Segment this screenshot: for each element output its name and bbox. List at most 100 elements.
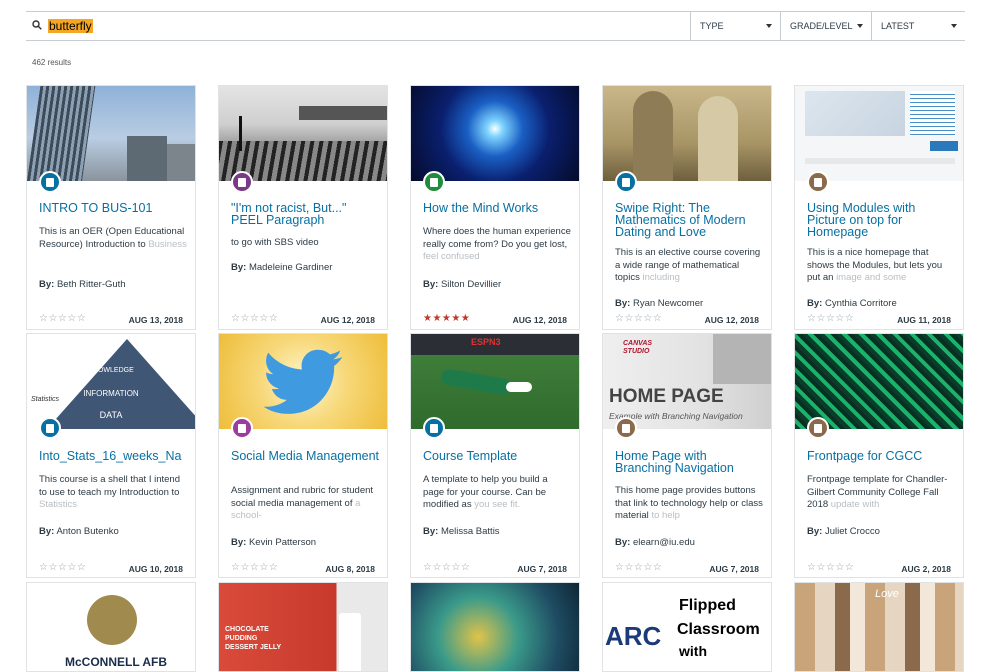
classroom-label: Classroom — [677, 621, 760, 638]
resource-card[interactable]: McCONNELL AFB — [26, 582, 196, 672]
card-title[interactable]: Social Media Management — [231, 450, 381, 463]
resource-card[interactable]: Social Media Management Assignment and r… — [218, 333, 388, 578]
card-description: Where does the human experience really c… — [423, 226, 571, 262]
card-title[interactable]: Home Page with Branching Navigation — [615, 450, 765, 475]
card-author: By: Anton Butenko — [39, 526, 119, 537]
card-description: This is a nice homepage that shows the M… — [807, 247, 943, 283]
resource-card[interactable]: Using Modules with Picture on top for Ho… — [794, 85, 964, 330]
resource-card[interactable]: Love — [794, 582, 964, 672]
thumbnail-image — [795, 334, 963, 429]
thumbnail-image — [411, 583, 579, 671]
card-date: AUG 12, 2018 — [512, 315, 567, 325]
thumbnail-image: Love — [795, 583, 963, 671]
mcconnell-label: McCONNELL AFB — [65, 655, 167, 669]
thumbnail-image — [795, 86, 963, 181]
filter-sort[interactable]: LATEST — [871, 12, 965, 40]
resource-card[interactable]: INTRO TO BUS-101 This is an OER (Open Ed… — [26, 85, 196, 330]
rating-stars: ☆☆☆☆☆ — [39, 562, 87, 573]
canvas-studio-label: CANVAS STUDIO — [623, 340, 653, 355]
rating-stars: ☆☆☆☆☆ — [807, 562, 855, 573]
course-icon — [423, 417, 445, 439]
card-author: By: Ryan Newcomer — [615, 298, 704, 309]
page-icon — [615, 417, 637, 439]
quiz-icon — [423, 171, 445, 193]
thumbnail-image: ARC Flipped Classroom with — [603, 583, 771, 671]
thumbnail-image — [27, 86, 195, 181]
card-date: AUG 11, 2018 — [897, 315, 951, 325]
thumbnail-image — [219, 86, 387, 181]
card-title[interactable]: Using Modules with Picture on top for Ho… — [807, 202, 957, 239]
rating-stars: ☆☆☆☆☆ — [615, 562, 663, 573]
search-bar: butterfly TYPE GRADE/LEVEL LATEST — [26, 11, 965, 41]
card-description: This course is a shell that I intend to … — [39, 474, 180, 510]
card-author: By: Beth Ritter-Guth — [39, 279, 126, 290]
thumbnail-image — [411, 86, 579, 181]
card-author: By: Juliet Crocco — [807, 526, 880, 537]
chevron-down-icon — [951, 24, 957, 28]
card-description: to go with SBS video — [231, 237, 319, 248]
card-title[interactable]: Swipe Right: The Mathematics of Modern D… — [615, 202, 765, 239]
card-author: By: Cynthia Corritore — [807, 298, 897, 309]
statistics-label: Statistics — [31, 396, 60, 403]
rating-stars: ★★★★★ — [423, 313, 471, 324]
course-icon — [39, 171, 61, 193]
espn-logo: ESPN3 — [471, 337, 501, 347]
card-title[interactable]: How the Mind Works — [423, 202, 573, 215]
card-title[interactable]: Course Template — [423, 450, 573, 463]
pyramid-label: KNOWLEDGE — [88, 367, 134, 374]
card-description: Assignment and rubric for student social… — [231, 485, 374, 521]
rating-stars: ☆☆☆☆☆ — [423, 562, 471, 573]
resource-card[interactable]: CHOCOLATE PUDDING DESSERT JELLY — [218, 582, 388, 672]
filter-type[interactable]: TYPE — [690, 12, 780, 40]
rating-stars: ☆☆☆☆☆ — [231, 313, 279, 324]
thumbnail-image: CANVAS STUDIO HOME PAGE Example with Bra… — [603, 334, 771, 429]
resource-card[interactable]: "I'm not racist, But..." PEEL Paragraph … — [218, 85, 388, 330]
card-author: By: Madeleine Gardiner — [231, 262, 333, 273]
filter-grade-level[interactable]: GRADE/LEVEL — [780, 12, 871, 40]
discussion-icon — [231, 171, 253, 193]
card-date: AUG 12, 2018 — [320, 315, 375, 325]
card-description: This home page provides buttons that lin… — [615, 485, 763, 521]
thumbnail-image: KNOWLEDGE INFORMATION DATA Statistics — [27, 334, 195, 429]
card-date: AUG 7, 2018 — [517, 564, 567, 574]
resource-card[interactable]: ESPN3 Course Template A template to help… — [410, 333, 580, 578]
search-icon — [32, 20, 42, 30]
mcconnell-logo-icon — [87, 595, 137, 645]
resource-card[interactable]: Swipe Right: The Mathematics of Modern D… — [602, 85, 772, 330]
card-author: By: elearn@iu.edu — [615, 537, 695, 548]
rating-stars: ☆☆☆☆☆ — [807, 313, 855, 324]
thumbnail-image: McCONNELL AFB — [27, 583, 195, 671]
card-description: Frontpage template for Chandler-Gilbert … — [807, 474, 948, 510]
card-date: AUG 10, 2018 — [128, 564, 183, 574]
card-author: By: Kevin Patterson — [231, 537, 317, 548]
card-date: AUG 7, 2018 — [709, 564, 759, 574]
search-input[interactable]: butterfly — [48, 19, 93, 33]
card-title[interactable]: INTRO TO BUS-101 — [39, 202, 189, 215]
card-author: By: Silton Devillier — [423, 279, 502, 290]
course-icon — [615, 171, 637, 193]
assignment-icon — [231, 417, 253, 439]
card-title[interactable]: "I'm not racist, But..." PEEL Paragraph — [231, 202, 381, 227]
card-title[interactable]: Into_Stats_16_weeks_Na — [39, 450, 189, 463]
resource-card[interactable]: Frontpage for CGCC Frontpage template fo… — [794, 333, 964, 578]
rating-stars: ☆☆☆☆☆ — [615, 313, 663, 324]
resource-card[interactable]: ARC Flipped Classroom with — [602, 582, 772, 672]
card-author: By: Melissa Battis — [423, 526, 500, 537]
love-label: Love — [875, 588, 899, 600]
flipped-label: Flipped — [679, 597, 736, 614]
card-date: AUG 8, 2018 — [325, 564, 375, 574]
twitter-bird-icon — [263, 349, 343, 414]
resource-card[interactable]: How the Mind Works Where does the human … — [410, 85, 580, 330]
card-description: This is an OER (Open Educational Resourc… — [39, 226, 187, 250]
thumbnail-image: ESPN3 — [411, 334, 579, 429]
card-title[interactable]: Frontpage for CGCC — [807, 450, 957, 463]
with-label: with — [679, 643, 707, 659]
resource-card[interactable]: KNOWLEDGE INFORMATION DATA Statistics In… — [26, 333, 196, 578]
resource-card[interactable] — [410, 582, 580, 672]
page-icon — [807, 171, 829, 193]
resource-card[interactable]: CANVAS STUDIO HOME PAGE Example with Bra… — [602, 333, 772, 578]
card-date: AUG 12, 2018 — [704, 315, 759, 325]
card-date: AUG 13, 2018 — [128, 315, 183, 325]
rating-stars: ☆☆☆☆☆ — [39, 313, 87, 324]
page-icon — [807, 417, 829, 439]
